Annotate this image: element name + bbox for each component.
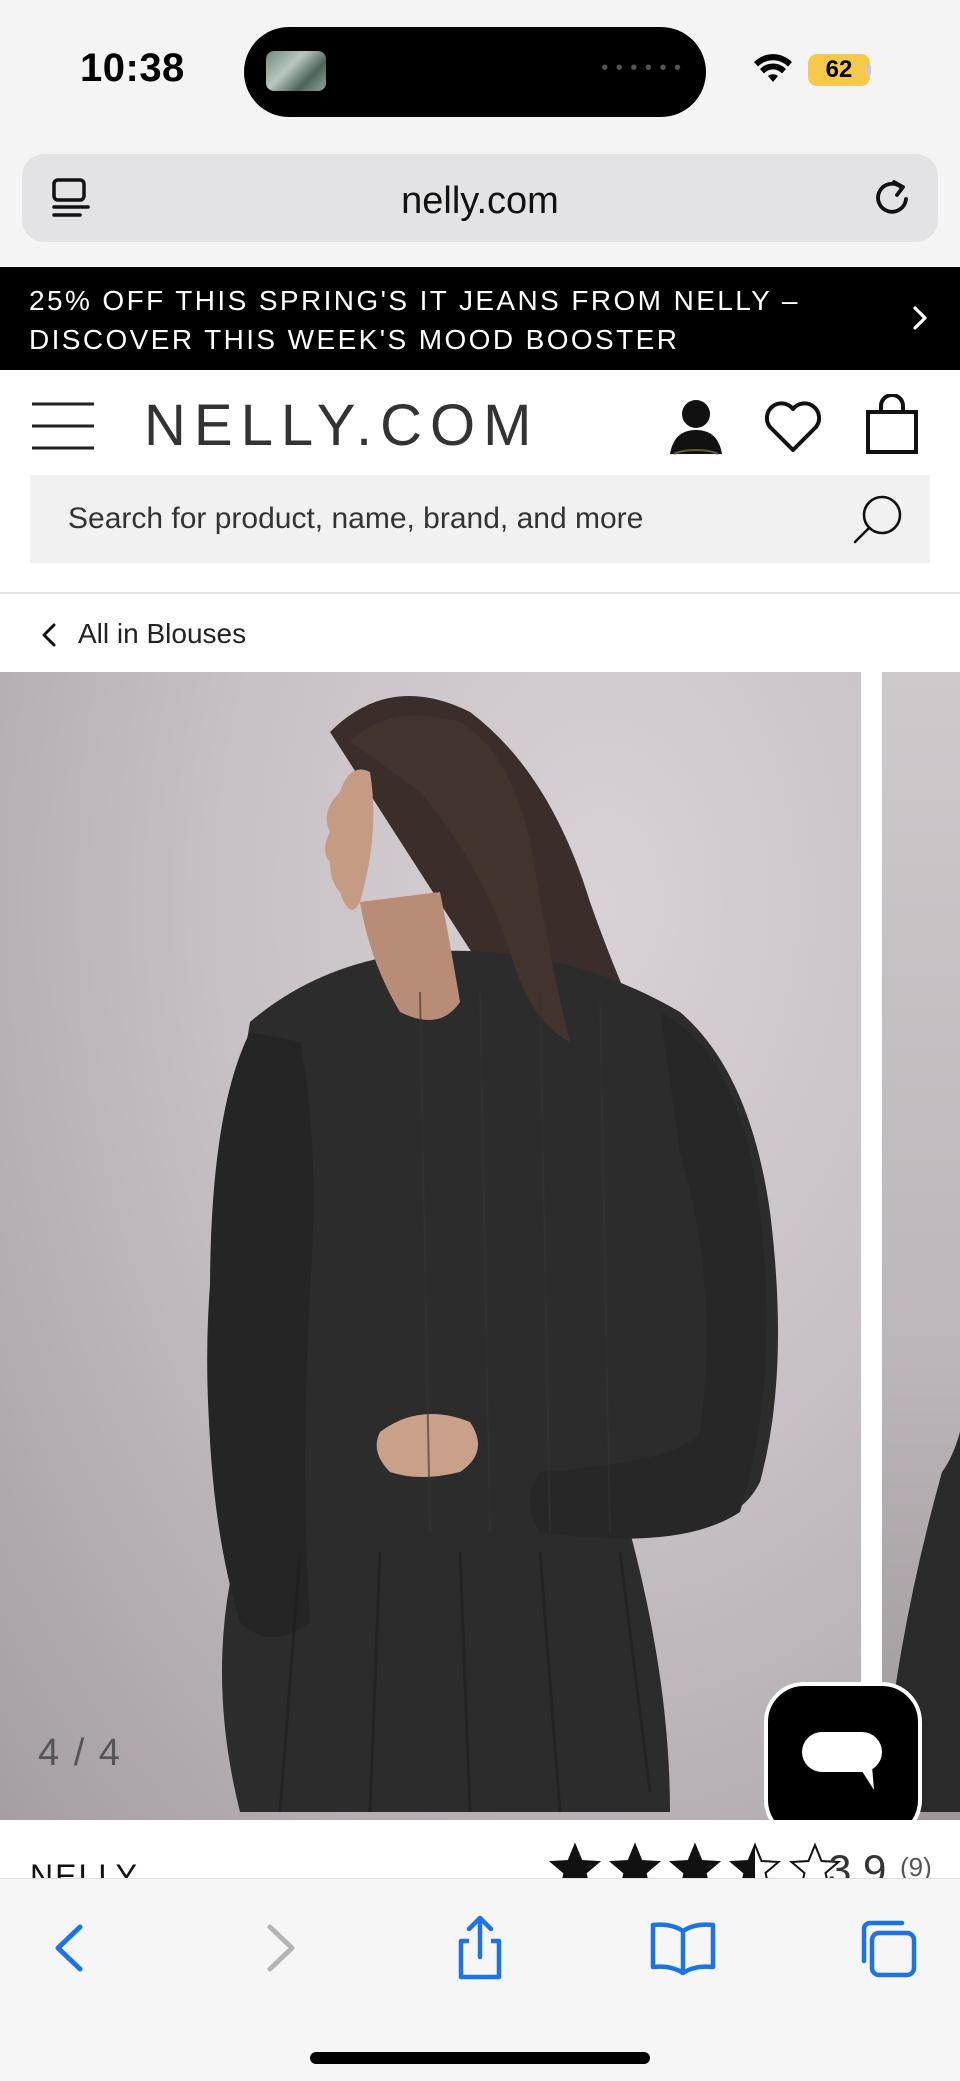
- search-input[interactable]: [68, 475, 828, 563]
- next-model-illustration: [882, 1431, 960, 1812]
- rating-count: (9): [900, 1852, 932, 1878]
- battery-cap: [866, 64, 871, 76]
- chat-bubble-icon: [802, 1732, 882, 1790]
- site-header: NELLY.COM: [0, 370, 960, 594]
- next-product-photo[interactable]: [882, 672, 960, 1820]
- promo-banner[interactable]: 25% OFF THIS SPRING'S IT JEANS FROM NELL…: [0, 267, 960, 370]
- promo-text: 25% OFF THIS SPRING'S IT JEANS FROM NELL…: [29, 285, 800, 355]
- home-indicator: [310, 2052, 650, 2064]
- breadcrumb-label: All in Blouses: [78, 618, 247, 649]
- site-logo[interactable]: NELLY.COM: [144, 392, 539, 459]
- product-brand[interactable]: NELLY: [30, 1858, 139, 1878]
- share-icon[interactable]: [445, 1913, 515, 1983]
- forward-icon[interactable]: [244, 1913, 314, 1983]
- reload-icon[interactable]: [870, 174, 916, 220]
- search-icon[interactable]: [850, 491, 906, 547]
- battery-level: 62: [825, 56, 853, 83]
- model-illustration: [207, 696, 779, 1813]
- product-gallery[interactable]: 4 / 4: [0, 672, 960, 1820]
- search-box: [30, 475, 930, 563]
- browser-toolbar: [0, 1878, 960, 2081]
- star-icon: [728, 1842, 782, 1878]
- battery-icon: 62: [808, 54, 870, 86]
- product-info: NELLY 3.9 (9): [0, 1820, 960, 1878]
- tabs-icon[interactable]: [852, 1913, 922, 1983]
- star-icon: [668, 1842, 722, 1878]
- image-counter: 4 / 4: [38, 1732, 122, 1774]
- wifi-icon: [754, 54, 792, 82]
- status-bar: 10:38 • • • • • • 62: [0, 0, 960, 148]
- back-icon[interactable]: [36, 1913, 106, 1983]
- chevron-right-icon: [913, 306, 927, 330]
- address-bar[interactable]: nelly.com: [22, 154, 938, 242]
- breadcrumb[interactable]: All in Blouses: [0, 596, 960, 672]
- rating-stars[interactable]: [548, 1842, 842, 1878]
- menu-icon[interactable]: [30, 400, 96, 452]
- activity-dots-icon: • • • • • •: [601, 57, 682, 79]
- chat-button[interactable]: [764, 1682, 922, 1820]
- star-icon: [608, 1842, 662, 1878]
- bookmarks-icon[interactable]: [648, 1913, 718, 1983]
- account-icon[interactable]: [666, 396, 726, 456]
- rating-value: 3.9: [828, 1846, 887, 1878]
- star-icon: [548, 1842, 602, 1878]
- chevron-left-icon: [42, 623, 56, 647]
- url-text: nelly.com: [401, 180, 559, 222]
- status-time: 10:38: [80, 46, 185, 90]
- product-photo[interactable]: 4 / 4: [0, 672, 861, 1820]
- heart-icon[interactable]: [762, 396, 824, 456]
- bag-icon[interactable]: [864, 394, 920, 456]
- browser-chrome: nelly.com: [0, 148, 960, 266]
- dynamic-island: • • • • • •: [244, 27, 706, 117]
- now-playing-thumbnail: [266, 51, 326, 91]
